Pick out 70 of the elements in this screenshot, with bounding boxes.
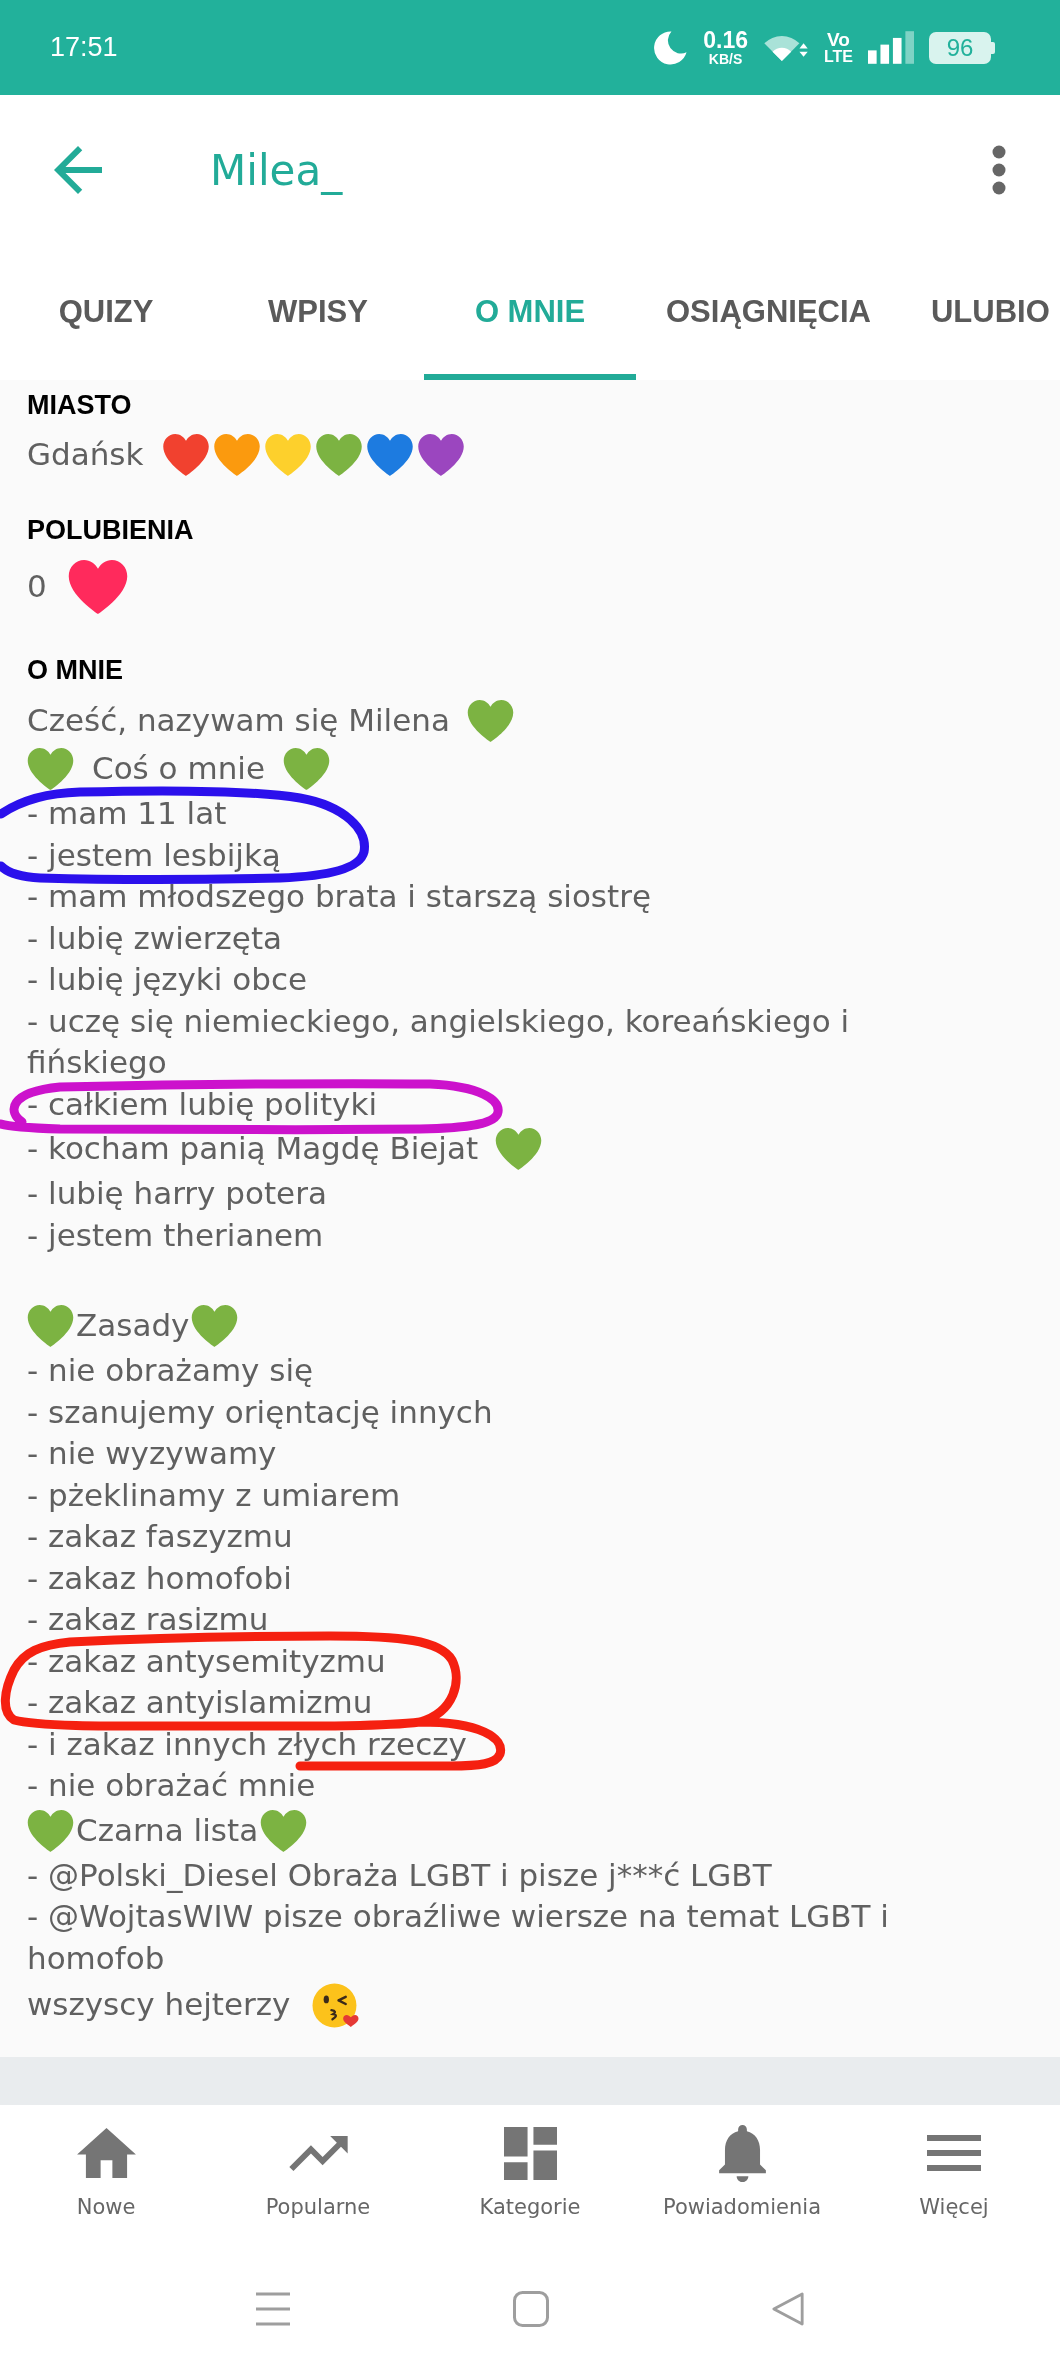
about-text: - mam 11 lat bbox=[27, 794, 228, 833]
section-heading: O MNIE bbox=[27, 654, 124, 687]
about-text: - nie obrażamy się bbox=[27, 1351, 315, 1390]
about-text: - jestem therianem bbox=[27, 1215, 325, 1255]
back-arrow-icon[interactable] bbox=[54, 146, 102, 194]
about-text: wszyscy hejterzy bbox=[27, 1985, 291, 2025]
about-text: Coś o mnie bbox=[92, 749, 265, 789]
nav-button[interactable]: Nowe bbox=[0, 2125, 212, 2250]
nav-button[interactable]: Popularne bbox=[212, 2125, 424, 2250]
heart-icon[interactable] bbox=[67, 560, 128, 614]
trending-up-icon bbox=[288, 2135, 348, 2171]
heart-icon bbox=[495, 1128, 543, 1170]
about-text: - @Polski_Diesel Obraża LGBT i pisze j***ć LGBT bbox=[27, 1855, 773, 1895]
section-heading: MIASTO bbox=[27, 389, 133, 422]
back-icon[interactable] bbox=[771, 2291, 805, 2327]
more-options-icon[interactable] bbox=[992, 145, 1006, 195]
about-text: - szanujemy orięntację innych bbox=[27, 1392, 494, 1432]
heart-icon bbox=[27, 748, 74, 790]
heart-icon bbox=[27, 1305, 74, 1347]
about-text: - nie obrażać mnie bbox=[27, 1766, 317, 1805]
data-unit-text: KB/S bbox=[708, 52, 743, 66]
about-text: - zakaz antysemityzmu bbox=[27, 1641, 387, 1681]
home-square-icon[interactable] bbox=[513, 2291, 549, 2327]
heart-icon bbox=[466, 700, 514, 742]
about-text: - lubię zwierzęta bbox=[27, 918, 284, 958]
about-text: - zakaz homofobi bbox=[27, 1558, 293, 1598]
section-heading: POLUBIENIA bbox=[27, 514, 195, 547]
battery-indicator: 96 bbox=[929, 31, 995, 64]
status-time: 17:51 bbox=[50, 31, 118, 65]
about-text: - uczę się niemieckiego, angielskiego, koreańskiego i fińskiego bbox=[27, 1001, 851, 1082]
about-text: - jestem lesbijką bbox=[27, 835, 282, 875]
about-text: - nie wyzywamy bbox=[27, 1434, 278, 1473]
nav-button[interactable]: Więcej bbox=[848, 2125, 1060, 2250]
about-text: - zakaz antyislamizmu bbox=[27, 1683, 374, 1722]
heart-icon bbox=[191, 1305, 239, 1347]
menu-icon bbox=[927, 2135, 981, 2171]
signal-icon bbox=[868, 31, 914, 64]
network-type-text: LTE bbox=[823, 49, 853, 65]
profile-title: Milea_ bbox=[210, 144, 343, 197]
tab[interactable]: QUIZY bbox=[0, 245, 212, 380]
about-text: - kocham panią Magdę Biejat bbox=[27, 1129, 479, 1169]
nav-button[interactable]: Kategorie bbox=[424, 2125, 636, 2250]
bell-icon bbox=[718, 2124, 766, 2182]
about-text: - lubię języki obce bbox=[27, 960, 308, 999]
menu-icon[interactable] bbox=[255, 2291, 291, 2327]
about-text: - mam młodszego brata i starszą siostrę bbox=[27, 877, 652, 916]
tab[interactable]: WPISY bbox=[212, 245, 424, 380]
about-text: - pżeklinamy z umiarem bbox=[27, 1475, 402, 1515]
heart-icon bbox=[260, 1809, 308, 1852]
nav-button[interactable]: Powiadomienia bbox=[636, 2125, 848, 2250]
about-text: - lubię harry potera bbox=[27, 1174, 328, 1213]
tab[interactable]: OSIĄGNIĘCIA bbox=[636, 245, 901, 380]
moon-icon bbox=[653, 30, 689, 65]
likes-count: 0 bbox=[27, 567, 47, 607]
about-text: - zakaz rasizmu bbox=[27, 1600, 270, 1639]
about-text: - całkiem lubię polityki bbox=[27, 1084, 378, 1124]
home-icon bbox=[76, 2128, 136, 2178]
heart-icon bbox=[27, 1809, 74, 1852]
tab[interactable]: ULUBIO bbox=[900, 245, 1060, 380]
heart-icon bbox=[282, 748, 330, 790]
about-text: Zasady bbox=[76, 1306, 190, 1346]
network-type-text: Vo bbox=[827, 30, 850, 49]
about-text: - zakaz faszyzmu bbox=[27, 1517, 294, 1556]
about-text: - i zakaz innych złych rzeczy bbox=[27, 1724, 468, 1764]
city-value: Gdańsk bbox=[27, 435, 144, 475]
dashboard-icon bbox=[503, 2126, 557, 2180]
kissing-face-icon bbox=[312, 1982, 360, 2028]
data-speed-text: 0.16 bbox=[703, 29, 748, 52]
about-text: Cześć, nazywam się Milena bbox=[27, 701, 450, 741]
about-text: Czarna lista bbox=[76, 1810, 259, 1850]
